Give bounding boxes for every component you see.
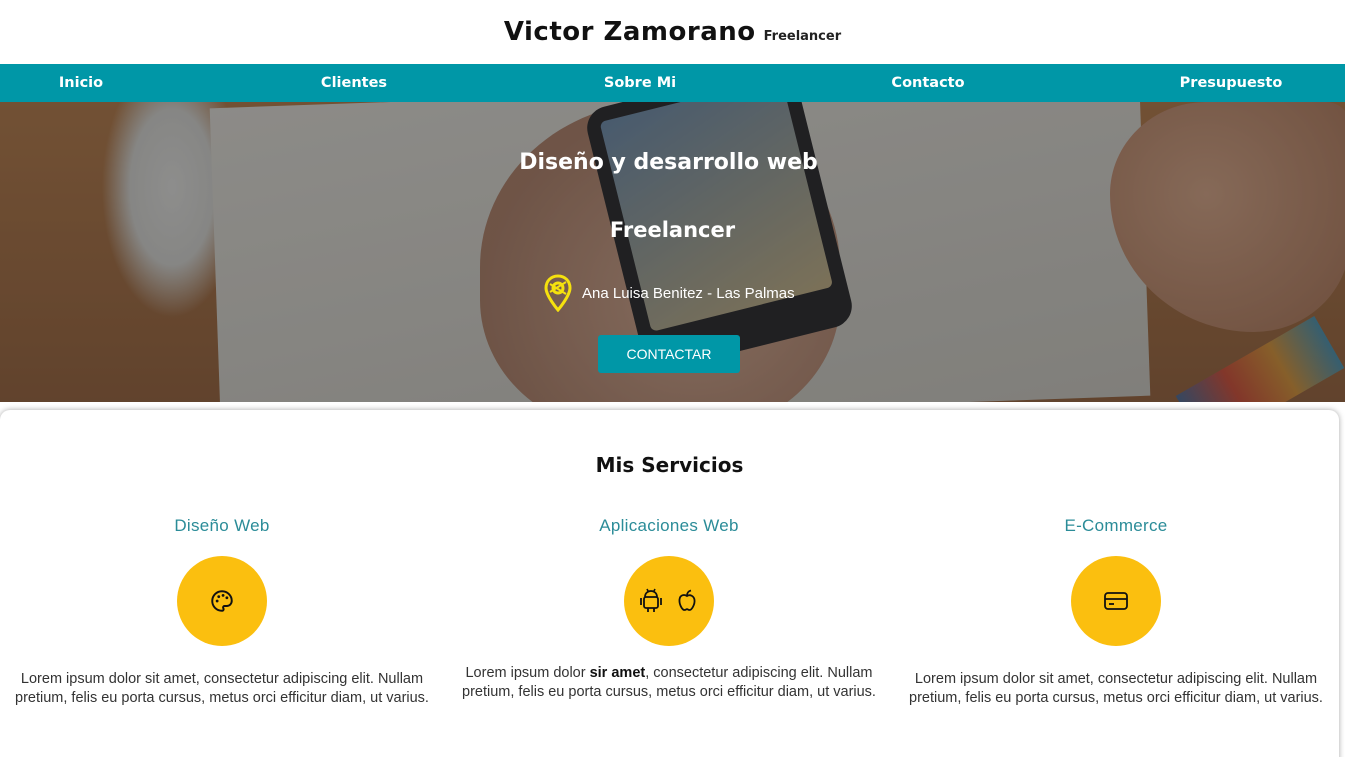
nav-sobre-mi[interactable]: Sobre Mi xyxy=(604,64,676,102)
service-icon-circle xyxy=(624,556,714,646)
hero-subtitle: Freelancer xyxy=(609,218,736,242)
hero-location-text: Ana Luisa Benitez - Las Palmas xyxy=(582,284,795,302)
nav-inicio[interactable]: Inicio xyxy=(59,64,103,102)
hero-title: Diseño y desarrollo web xyxy=(519,150,818,175)
service-icon-circle xyxy=(1071,556,1161,646)
service-description: Lorem ipsum dolor sit amet, consectetur … xyxy=(15,671,429,706)
contact-button[interactable]: CONTACTAR xyxy=(598,335,740,373)
apple-icon xyxy=(675,588,699,614)
android-icon xyxy=(639,588,663,614)
service-card-ecommerce: E-Commerce Lorem ipsum dolor sit amet, c… xyxy=(901,516,1331,708)
site-name: Victor Zamorano xyxy=(503,17,756,47)
hero-content: Diseño y desarrollo web Freelancer Ana L… xyxy=(0,102,1345,402)
service-title: Diseño Web xyxy=(174,516,270,535)
site-header: Victor Zamorano Freelancer xyxy=(0,0,1345,64)
palette-icon xyxy=(209,588,235,614)
credit-card-icon xyxy=(1102,589,1130,613)
service-icon-circle xyxy=(177,556,267,646)
nav-presupuesto[interactable]: Presupuesto xyxy=(1180,64,1283,102)
service-card-diseno-web: Diseño Web Lorem ipsum dolor sit amet, c… xyxy=(7,516,437,708)
service-description: Lorem ipsum dolor sir amet, consectetur … xyxy=(462,665,876,700)
nav-clientes[interactable]: Clientes xyxy=(321,64,387,102)
service-title: Aplicaciones Web xyxy=(599,516,739,535)
services-title: Mis Servicios xyxy=(595,453,744,477)
nav-contacto[interactable]: Contacto xyxy=(891,64,964,102)
service-card-aplicaciones-web: Aplicaciones Web Lorem ipsum dolor sir a… xyxy=(454,516,884,702)
hero-location: Ana Luisa Benitez - Las Palmas xyxy=(544,274,795,312)
service-title: E-Commerce xyxy=(1064,516,1168,535)
services-section: Mis Servicios Diseño Web Lorem ipsum dol… xyxy=(0,410,1339,757)
hero-section: Diseño y desarrollo web Freelancer Ana L… xyxy=(0,102,1345,402)
service-description: Lorem ipsum dolor sit amet, consectetur … xyxy=(909,671,1323,706)
main-nav: Inicio Clientes Sobre Mi Contacto Presup… xyxy=(0,64,1345,102)
site-role: Freelancer xyxy=(763,28,842,44)
map-pin-icon xyxy=(544,274,572,312)
